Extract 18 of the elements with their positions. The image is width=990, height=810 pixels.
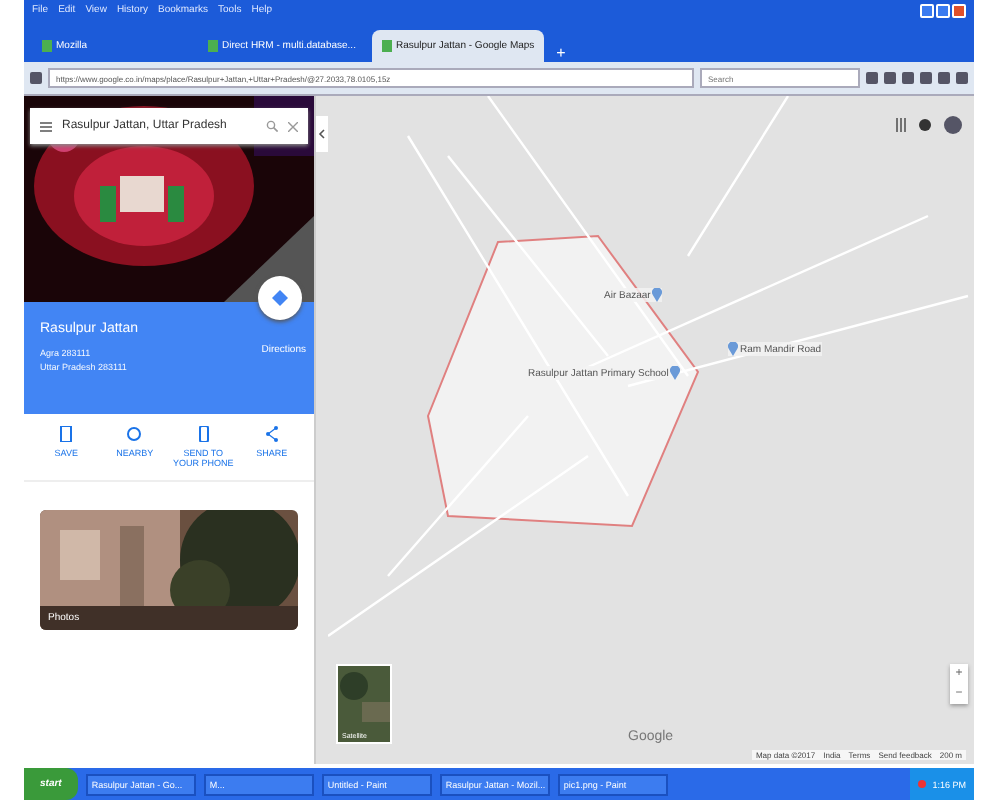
share-icon [263,426,280,442]
phone-icon [195,426,212,442]
close-button[interactable] [952,3,966,17]
pin-icon [728,342,738,356]
new-tab-button[interactable]: + [550,44,572,62]
minimize-button[interactable] [920,3,934,17]
circle-icon [126,426,143,442]
directions-icon [272,290,288,306]
directions-button[interactable] [258,276,302,320]
notification-icon[interactable] [918,118,932,132]
close-icon[interactable] [288,121,298,131]
collapse-icon[interactable] [316,116,328,152]
maximize-button[interactable] [936,3,950,17]
search-icon[interactable] [266,120,278,132]
pin-icon [670,366,681,380]
apps-icon[interactable] [896,118,906,132]
pin-icon [652,288,663,302]
avatar[interactable] [944,116,962,134]
